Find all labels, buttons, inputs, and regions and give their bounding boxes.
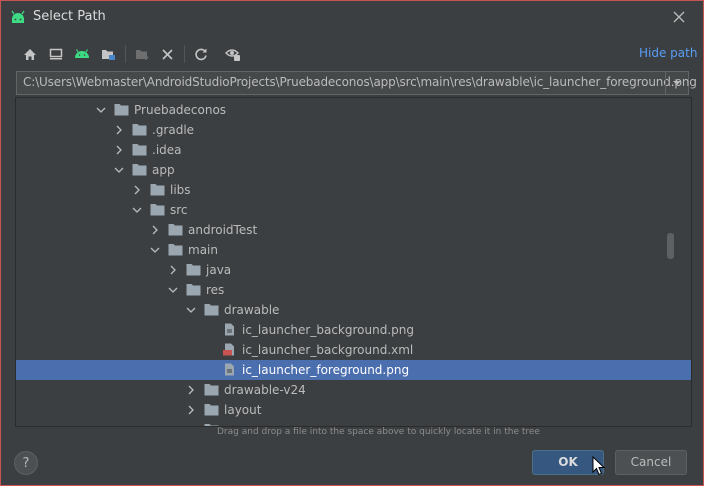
file-tree[interactable]: Pruebadeconos .gradle .idea app libs src andro… xyxy=(15,97,692,427)
tree-row[interactable]: ic_launcher_foreground.png xyxy=(16,360,691,380)
tree-row-label: main xyxy=(188,243,218,257)
image-file-icon xyxy=(225,363,234,376)
tree-row-label: drawable xyxy=(224,303,280,317)
chevron-down-icon[interactable] xyxy=(132,205,142,215)
tree-row[interactable]: Pruebadeconos xyxy=(16,100,691,120)
close-icon[interactable] xyxy=(669,7,689,27)
chevron-down-icon[interactable] xyxy=(665,72,688,94)
tree-row-label: ic_launcher_background.xml xyxy=(242,343,414,357)
folder-icon xyxy=(150,204,165,216)
new-folder-icon[interactable] xyxy=(131,43,153,65)
folder-icon xyxy=(132,164,147,176)
folder-icon xyxy=(204,384,219,396)
tree-row[interactable]: ic_launcher_background.xml xyxy=(16,340,691,360)
mouse-pointer-icon xyxy=(592,456,606,476)
tree-row[interactable]: layout xyxy=(16,400,691,420)
toolbar-separator xyxy=(184,45,185,63)
hide-path-link[interactable]: Hide path xyxy=(639,46,697,60)
chevron-down-icon[interactable] xyxy=(96,105,106,115)
home-icon[interactable] xyxy=(19,43,41,65)
tree-row[interactable]: .gradle xyxy=(16,120,691,140)
tree-row-label: ic_launcher_background.png xyxy=(242,323,414,337)
tree-row[interactable]: res xyxy=(16,280,691,300)
show-hidden-icon[interactable] xyxy=(222,43,244,65)
tree-row[interactable]: drawable-v24 xyxy=(16,380,691,400)
tree-row-label: Pruebadeconos xyxy=(134,103,227,117)
tree-row-label: .gradle xyxy=(152,123,195,137)
tree-row-partial xyxy=(16,420,691,426)
folder-icon xyxy=(204,304,219,316)
help-button[interactable]: ? xyxy=(14,451,38,475)
folder-icon xyxy=(168,244,183,256)
tree-row-label: drawable-v24 xyxy=(224,383,306,397)
tree-row-label: app xyxy=(152,163,175,177)
title-bar: Select Path xyxy=(1,1,703,33)
cancel-button[interactable]: Cancel xyxy=(615,450,687,475)
chevron-down-icon[interactable] xyxy=(114,165,124,175)
desktop-icon[interactable] xyxy=(45,43,67,65)
tree-row-label: .idea xyxy=(152,143,182,157)
folder-icon xyxy=(132,144,147,156)
tree-row[interactable]: drawable xyxy=(16,300,691,320)
tree-row[interactable]: libs xyxy=(16,180,691,200)
toolbar-separator xyxy=(125,45,126,63)
android-studio-icon xyxy=(11,10,25,23)
chevron-right-icon[interactable] xyxy=(132,185,142,195)
tree-row-label: java xyxy=(206,263,232,277)
tree-row-label: libs xyxy=(170,183,191,197)
tree-row[interactable]: src xyxy=(16,200,691,220)
tree-row[interactable]: app xyxy=(16,160,691,180)
tree-row[interactable]: java xyxy=(16,260,691,280)
folder-icon xyxy=(186,284,201,296)
tree-row[interactable]: ic_launcher_background.png xyxy=(16,320,691,340)
tree-row-label: ic_launcher_foreground.png xyxy=(242,363,410,377)
folder-icon xyxy=(204,404,219,416)
drag-drop-hint: Drag and drop a file into the space abov… xyxy=(217,427,540,437)
refresh-icon[interactable] xyxy=(190,43,212,65)
chevron-right-icon[interactable] xyxy=(114,125,124,135)
tree-row-label: layout xyxy=(224,403,262,417)
folder-icon xyxy=(168,224,183,236)
tree-row-label: androidTest xyxy=(188,223,258,237)
chevron-right-icon[interactable] xyxy=(186,405,196,415)
project-folder-icon[interactable] xyxy=(97,43,119,65)
xml-file-icon xyxy=(223,343,234,356)
chevron-down-icon[interactable] xyxy=(186,305,196,315)
folder-icon xyxy=(186,264,201,276)
tree-scrollbar[interactable] xyxy=(667,233,674,259)
chevron-right-icon[interactable] xyxy=(168,265,178,275)
select-path-dialog: Select Path Hide path C:\Users\Webmaster… xyxy=(0,0,704,486)
chevron-right-icon[interactable] xyxy=(186,385,196,395)
path-input[interactable]: C:\Users\Webmaster\AndroidStudioProjects… xyxy=(16,71,697,95)
image-file-icon xyxy=(225,323,234,336)
delete-icon[interactable] xyxy=(156,43,178,65)
dialog-title: Select Path xyxy=(33,9,106,24)
chevron-down-icon[interactable] xyxy=(150,245,160,255)
chevron-down-icon[interactable] xyxy=(168,285,178,295)
tree-row-label: src xyxy=(170,203,188,217)
folder-icon xyxy=(150,184,165,196)
folder-icon xyxy=(114,104,129,116)
path-value: C:\Users\Webmaster\AndroidStudioProjects… xyxy=(23,75,697,89)
tree-row[interactable]: main xyxy=(16,240,691,260)
tree-row[interactable]: .idea xyxy=(16,140,691,160)
tree-row-label: res xyxy=(206,283,225,297)
folder-icon xyxy=(132,124,147,136)
chevron-right-icon[interactable] xyxy=(114,145,124,155)
chevron-right-icon[interactable] xyxy=(150,225,160,235)
android-icon[interactable] xyxy=(71,43,93,65)
tree-row[interactable]: androidTest xyxy=(16,220,691,240)
